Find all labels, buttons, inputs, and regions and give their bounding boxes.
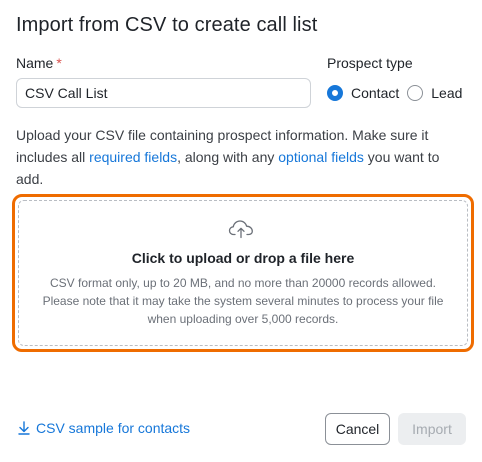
name-label: Name * bbox=[16, 55, 62, 71]
prospect-type-label: Prospect type bbox=[327, 55, 413, 71]
required-mark: * bbox=[56, 55, 62, 71]
dropzone-title: Click to upload or drop a file here bbox=[131, 250, 355, 266]
name-label-text: Name bbox=[16, 55, 54, 71]
optional-fields-link[interactable]: optional fields bbox=[278, 149, 364, 165]
import-button[interactable]: Import bbox=[398, 413, 466, 445]
radio-contact-circle[interactable] bbox=[327, 85, 343, 101]
radio-lead-label: Lead bbox=[431, 85, 463, 101]
csv-sample-link-label: CSV sample for contacts bbox=[36, 420, 191, 436]
dropzone-help-text: CSV format only, up to 20 MB, and no mor… bbox=[42, 276, 444, 326]
cancel-button[interactable]: Cancel bbox=[325, 413, 390, 445]
prospect-type-radio-group: Contact Lead bbox=[327, 84, 462, 102]
name-input[interactable] bbox=[16, 78, 311, 108]
download-icon bbox=[18, 421, 30, 435]
radio-contact-label: Contact bbox=[351, 85, 400, 101]
cloud-upload-icon bbox=[228, 220, 253, 239]
upload-description: Upload your CSV file containing prospect… bbox=[16, 124, 470, 190]
radio-lead-circle[interactable] bbox=[407, 85, 424, 101]
radio-contact[interactable]: Contact bbox=[327, 85, 399, 101]
csv-sample-link[interactable]: CSV sample for contacts bbox=[18, 420, 190, 436]
desc-text-2: , along with any bbox=[177, 149, 279, 165]
required-fields-link[interactable]: required fields bbox=[89, 149, 177, 165]
radio-lead[interactable]: Lead bbox=[407, 85, 462, 101]
dialog-title: Import from CSV to create call list bbox=[16, 14, 318, 36]
